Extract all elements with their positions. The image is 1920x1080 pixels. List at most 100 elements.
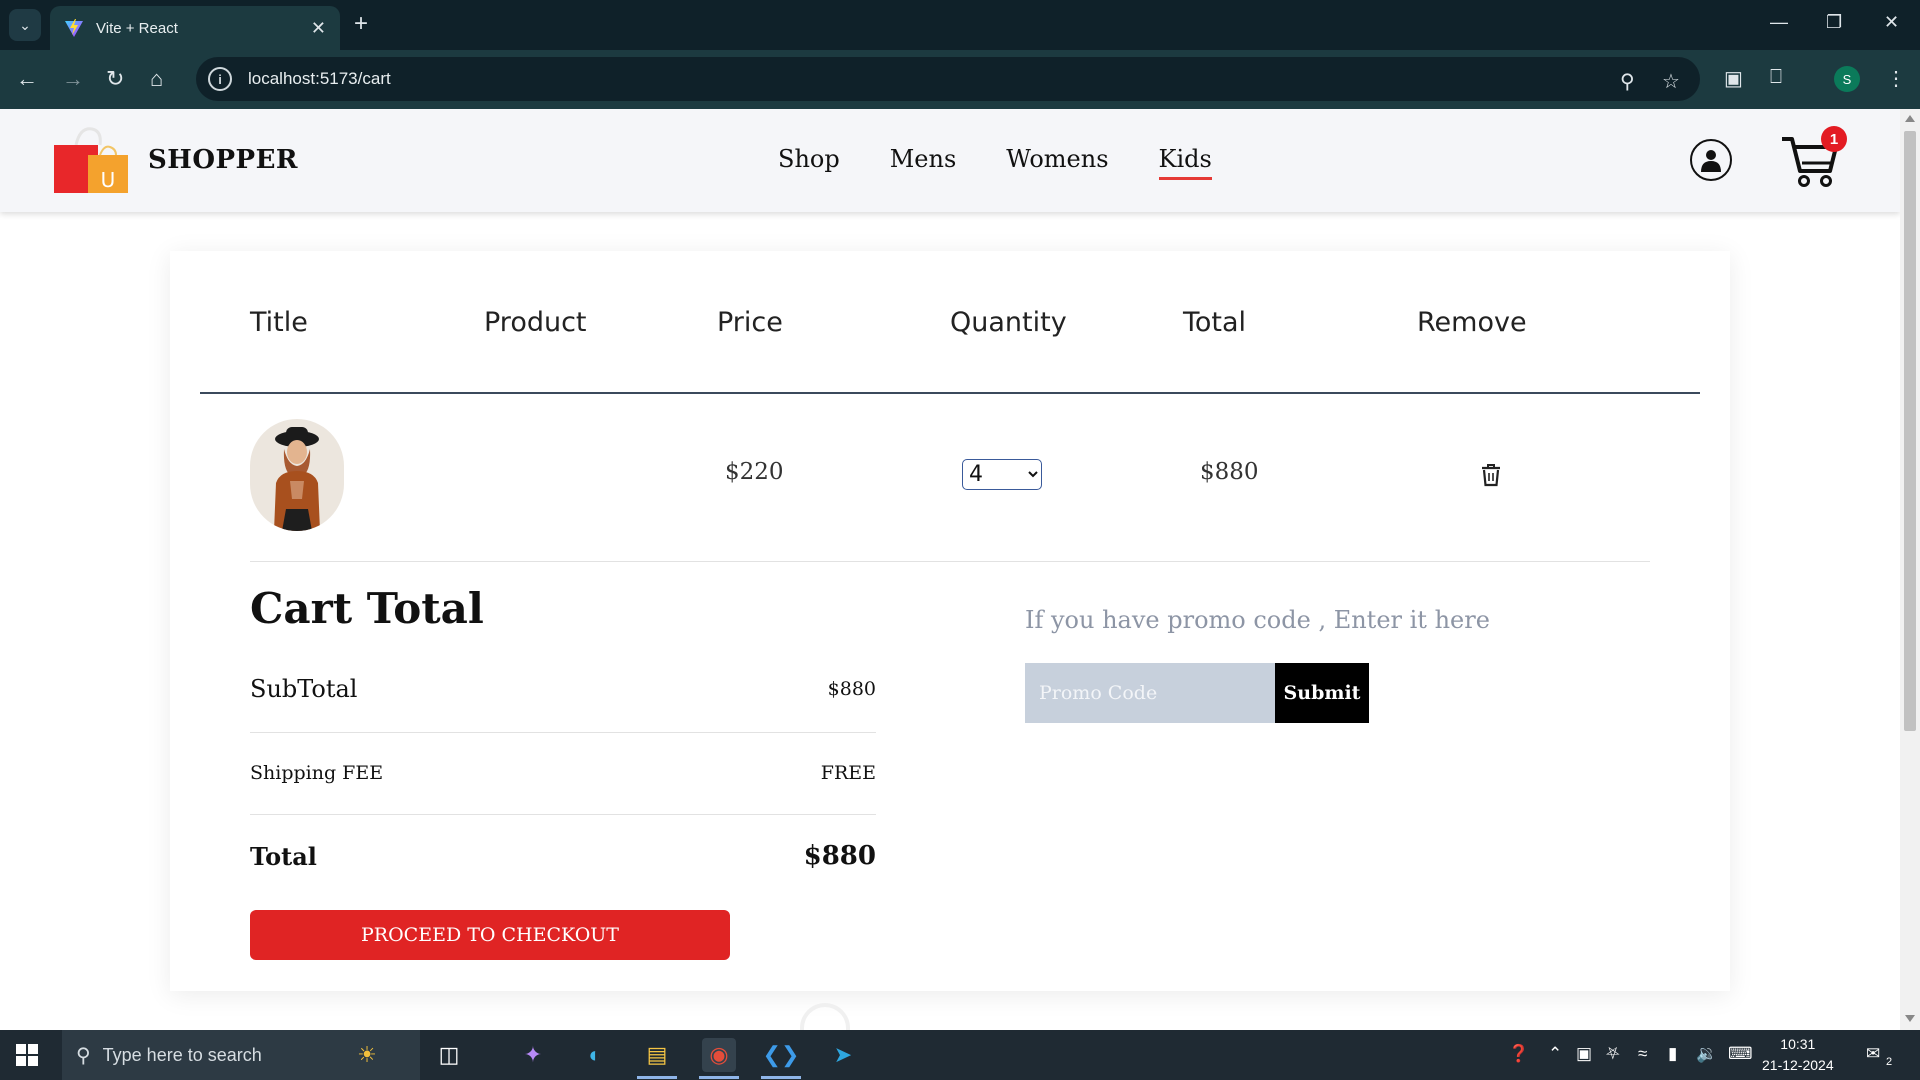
chrome-active-indicator [699,1076,739,1079]
total-row: Total $880 [250,836,876,876]
user-account-button[interactable] [1690,139,1732,181]
notification-icon[interactable]: ✉ [1866,1044,1880,1064]
tray-app-icon[interactable]: ▣ [1576,1044,1592,1064]
header-quantity: Quantity [950,307,1067,338]
totals-divider [250,814,876,815]
weather-sun-icon[interactable]: ☀ [350,1038,384,1072]
address-bar[interactable]: i localhost:5173/cart ⚲ ☆ [196,57,1700,101]
back-icon[interactable]: ← [16,66,38,92]
shipping-value: FREE [820,762,876,784]
subtotal-value: $880 [827,678,876,700]
page-viewport: U SHOPPER Shop Mens Womens Kids 1 Title … [0,109,1900,1030]
nav-womens[interactable]: Womens [1006,145,1108,173]
row-divider [250,561,1650,562]
header-product: Product [484,307,587,338]
vscode-active-indicator [761,1076,801,1079]
keyboard-icon[interactable]: ⌨ [1728,1044,1753,1064]
extension-app-icon[interactable]: ▣ [1724,66,1743,91]
vscode-icon[interactable]: ❮❯ [763,1038,800,1072]
header-title: Title [250,307,308,338]
battery-icon[interactable]: ▮ [1668,1044,1677,1064]
nav-mens[interactable]: Mens [890,145,957,173]
bookmark-star-icon[interactable]: ☆ [1662,69,1680,94]
explorer-active-indicator [637,1076,677,1079]
browser-menu-icon[interactable]: ⋮ [1886,66,1906,91]
cart-count-badge: 1 [1821,126,1847,152]
total-value: $880 [803,841,876,871]
cart-items-panel: Title Product Price Quantity Total Remov… [170,251,1730,991]
header-price: Price [717,307,783,338]
subtotal-row: SubTotal $880 [250,669,876,709]
brand-name: SHOPPER [148,145,299,175]
reload-icon[interactable]: ↻ [106,66,124,92]
windows-taskbar: ⚲ Type here to search ☀ ◫ ✦ ◐ ▤ ◉ ❮❯ ➤ ❓… [0,1030,1920,1080]
tab-close-icon[interactable]: ✕ [311,18,326,39]
scroll-up-arrow-icon[interactable] [1905,115,1915,122]
vite-favicon-icon [65,19,83,37]
scroll-down-arrow-icon[interactable] [1905,1015,1915,1022]
nav-shop[interactable]: Shop [778,145,840,173]
notification-count: 2 [1886,1056,1893,1068]
site-navbar: U SHOPPER Shop Mens Womens Kids 1 [0,109,1900,212]
address-url[interactable]: localhost:5173/cart [248,69,391,89]
task-view-icon[interactable]: ◫ [432,1038,466,1072]
wifi-icon[interactable]: ≈ [1638,1044,1647,1064]
page-scrollbar[interactable] [1900,109,1920,1030]
shipping-label: Shipping FEE [250,762,384,784]
new-tab-icon[interactable]: + [354,11,368,37]
clock-time: 10:31 [1780,1036,1816,1052]
copilot-icon[interactable]: ✦ [516,1038,550,1072]
total-label: Total [250,841,317,871]
browser-toolbar: ← → ↻ ⌂ i localhost:5173/cart ⚲ ☆ ▣ ⎕ S … [0,50,1920,109]
restore-icon[interactable]: ❐ [1826,12,1842,33]
item-price: $220 [725,459,784,485]
search-icon: ⚲ [76,1044,91,1067]
tray-chevron-icon[interactable]: ⌃ [1548,1044,1562,1064]
forward-icon[interactable]: → [62,66,84,92]
minimize-icon[interactable]: — [1770,12,1788,33]
quantity-select[interactable]: 4 [962,459,1042,490]
promo-code-input[interactable] [1025,663,1275,723]
proceed-to-checkout-button[interactable]: PROCEED TO CHECKOUT [250,910,730,960]
shipping-row: Shipping FEE FREE [250,755,876,791]
tab-title: Vite + React [96,19,178,37]
taskbar-search-placeholder: Type here to search [102,1044,262,1065]
browser-tab[interactable]: Vite + React ✕ [50,6,340,50]
shopping-bag-logo-icon: U [54,127,128,193]
main-nav: Shop Mens Womens Kids [778,145,1213,180]
header-divider [200,392,1700,394]
windows-start-icon[interactable] [16,1044,38,1066]
tab-search-chevron-icon[interactable]: ⌄ [9,9,41,41]
browser-tab-bar: ⌄ Vite + React ✕ + — ❐ ✕ [0,0,1920,50]
footer-logo-peek [800,1003,850,1030]
user-icon [1701,150,1721,172]
window-close-icon[interactable]: ✕ [1884,12,1899,33]
file-explorer-icon[interactable]: ▤ [640,1038,674,1072]
trash-icon[interactable] [1480,463,1502,487]
cart-table-header: Title Product Price Quantity Total Remov… [170,307,1730,347]
nav-kids[interactable]: Kids [1158,145,1213,180]
password-key-icon[interactable]: ⚲ [1620,69,1635,94]
subtotal-label: SubTotal [250,675,358,703]
totals-divider [250,732,876,733]
home-icon[interactable]: ⌂ [150,66,163,92]
clock-date: 21-12-2024 [1762,1057,1834,1073]
help-icon[interactable]: ❓ [1508,1044,1529,1064]
cart-total-heading: Cart Total [250,584,484,633]
extensions-puzzle-icon[interactable]: ⎕ [1770,66,1782,89]
header-total: Total [1183,307,1247,338]
header-remove: Remove [1417,307,1527,338]
taskbar-clock[interactable]: 10:31 21-12-2024 [1762,1034,1834,1076]
chrome-icon[interactable]: ◉ [702,1038,736,1072]
volume-icon[interactable]: 🔉 [1696,1044,1717,1064]
scrollbar-thumb[interactable] [1904,131,1916,731]
security-shield-icon[interactable]: ⛧ [1606,1044,1620,1064]
promo-submit-button[interactable]: Submit [1275,663,1369,723]
telegram-icon[interactable]: ➤ [826,1038,860,1072]
edge-browser-icon[interactable]: ◐ [578,1038,612,1072]
promo-prompt: If you have promo code , Enter it here [1025,606,1490,634]
svg-text:U: U [101,168,116,192]
site-info-icon[interactable]: i [208,67,232,91]
profile-avatar[interactable]: S [1834,66,1860,92]
item-total: $880 [1200,459,1259,485]
